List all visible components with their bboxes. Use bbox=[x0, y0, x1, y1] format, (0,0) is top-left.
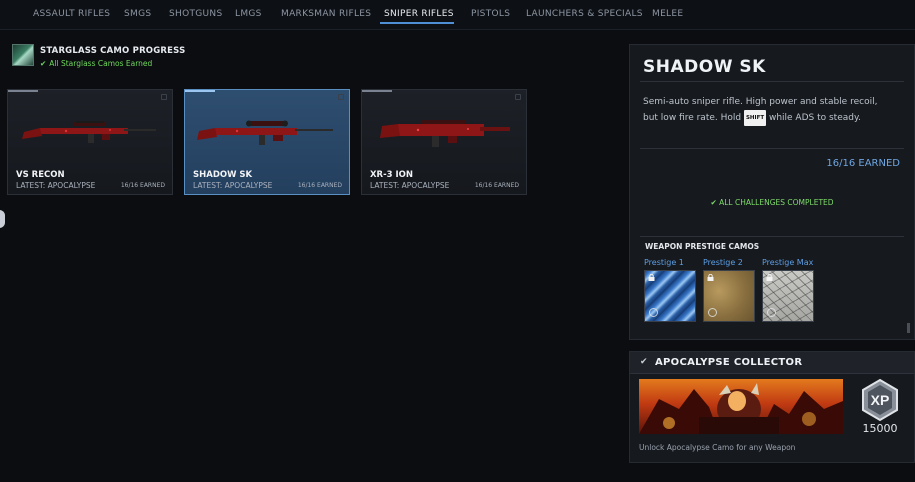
tab-sniper-rifles[interactable]: SNIPER RIFLES bbox=[384, 9, 454, 19]
challenges-status-text: ALL CHALLENGES COMPLETED bbox=[719, 198, 834, 207]
camo-status-text: All Starglass Camos Earned bbox=[49, 59, 153, 68]
weapon-name: VS RECON bbox=[16, 170, 65, 180]
shift-key-icon: SHIFT bbox=[743, 109, 767, 126]
tab-shotguns[interactable]: SHOTGUNS bbox=[169, 9, 222, 19]
panel-scrollbar[interactable] bbox=[907, 323, 910, 333]
tab-marksman-rifles[interactable]: MARKSMAN RIFLES bbox=[281, 9, 371, 19]
prestige-badge-icon bbox=[649, 308, 658, 317]
camo-progress-title: STARGLASS CAMO PROGRESS bbox=[40, 46, 186, 56]
event-description: Unlock Apocalypse Camo for any Weapon bbox=[639, 443, 796, 452]
camo-progress-status: ✔ All Starglass Camos Earned bbox=[40, 59, 152, 68]
weapon-earned-count: 16/16 EARNED bbox=[297, 182, 342, 189]
weapon-card-shadow-sk[interactable]: SHADOW SK LATEST: APOCALYPSE 16/16 EARNE… bbox=[184, 89, 350, 195]
xp-amount: 15000 bbox=[862, 422, 898, 435]
weapon-category-tabs: ASSAULT RIFLES SMGS SHOTGUNS LMGS MARKSM… bbox=[0, 0, 915, 30]
card-corner-icon bbox=[515, 94, 521, 100]
tab-smgs[interactable]: SMGS bbox=[124, 9, 151, 19]
card-corner-icon bbox=[161, 94, 167, 100]
apocalypse-figure-illustration bbox=[639, 383, 843, 434]
prestige-badge-icon bbox=[767, 308, 776, 317]
apocalypse-event-artwork bbox=[639, 379, 843, 434]
lock-icon bbox=[766, 274, 773, 281]
description-text-end: while ADS to steady. bbox=[766, 112, 861, 123]
active-tab-indicator bbox=[380, 22, 454, 24]
tab-melee[interactable]: MELEE bbox=[652, 9, 683, 19]
weapon-latest-camo: LATEST: APOCALYPSE bbox=[193, 181, 273, 190]
prestige-camo-1[interactable]: Prestige 1 bbox=[644, 258, 698, 322]
tab-assault-rifles[interactable]: ASSAULT RIFLES bbox=[33, 9, 110, 19]
weapon-earned-count: 16/16 EARNED bbox=[120, 182, 165, 189]
card-corner-icon bbox=[338, 94, 344, 100]
card-topbar bbox=[185, 90, 215, 92]
xp-label: XP bbox=[871, 392, 890, 408]
prestige-camo-2[interactable]: Prestige 2 bbox=[703, 258, 757, 322]
vs-recon-rifle-icon bbox=[22, 121, 156, 143]
weapon-name: XR-3 ION bbox=[370, 170, 414, 180]
prestige-label: Prestige Max bbox=[762, 258, 814, 267]
weapon-detail-panel: SHADOW SK Semi-auto sniper rifle. High p… bbox=[629, 44, 915, 340]
starglass-camo-icon bbox=[12, 44, 34, 66]
divider bbox=[640, 148, 904, 149]
card-topbar bbox=[362, 90, 392, 92]
weapon-name: SHADOW SK bbox=[193, 170, 253, 180]
prestige-label: Prestige 1 bbox=[644, 258, 684, 267]
checkmark-icon: ✔ bbox=[640, 357, 648, 367]
divider bbox=[640, 81, 904, 82]
side-scroll-handle[interactable] bbox=[0, 210, 5, 228]
xp-reward-icon: XP bbox=[862, 378, 898, 422]
weapon-detail-title: SHADOW SK bbox=[643, 57, 766, 77]
lock-icon bbox=[707, 274, 714, 281]
tab-lmgs[interactable]: LMGS bbox=[235, 9, 262, 19]
checkmark-icon: ✔ bbox=[40, 59, 47, 68]
divider bbox=[640, 236, 904, 237]
card-topbar bbox=[8, 90, 38, 92]
prestige-1-swatch bbox=[644, 270, 696, 322]
weapon-earned-count: 16/16 EARNED bbox=[474, 182, 519, 189]
weapon-latest-camo: LATEST: APOCALYPSE bbox=[16, 181, 96, 190]
event-collector-panel[interactable]: ✔ APOCALYPSE COLLECTOR XP 15000 Unlock A… bbox=[629, 351, 915, 463]
lock-icon bbox=[648, 274, 655, 281]
prestige-2-swatch bbox=[703, 270, 755, 322]
weapon-card-vs-recon[interactable]: VS RECON LATEST: APOCALYPSE 16/16 EARNED bbox=[7, 89, 173, 195]
challenges-status: ✔ ALL CHALLENGES COMPLETED bbox=[630, 198, 914, 207]
tab-launchers-specials[interactable]: LAUNCHERS & SPECIALS bbox=[526, 9, 643, 19]
tab-pistols[interactable]: PISTOLS bbox=[471, 9, 510, 19]
checkmark-icon: ✔ bbox=[710, 198, 717, 207]
weapon-card-xr-3-ion[interactable]: XR-3 ION LATEST: APOCALYPSE 16/16 EARNED bbox=[361, 89, 527, 195]
weapon-latest-camo: LATEST: APOCALYPSE bbox=[370, 181, 450, 190]
prestige-max-swatch bbox=[762, 270, 814, 322]
prestige-label: Prestige 2 bbox=[703, 258, 743, 267]
weapon-description: Semi-auto sniper rifle. High power and s… bbox=[643, 95, 883, 126]
event-title: APOCALYPSE COLLECTOR bbox=[655, 357, 803, 368]
xr-3-ion-rifle-icon bbox=[380, 120, 510, 147]
event-header: ✔ APOCALYPSE COLLECTOR bbox=[630, 352, 914, 374]
prestige-camos-title: WEAPON PRESTIGE CAMOS bbox=[645, 242, 760, 251]
prestige-camo-max[interactable]: Prestige Max bbox=[762, 258, 816, 322]
prestige-badge-icon bbox=[708, 308, 717, 317]
shadow-sk-rifle-icon bbox=[197, 120, 333, 145]
weapon-earned-total: 16/16 EARNED bbox=[826, 158, 900, 169]
